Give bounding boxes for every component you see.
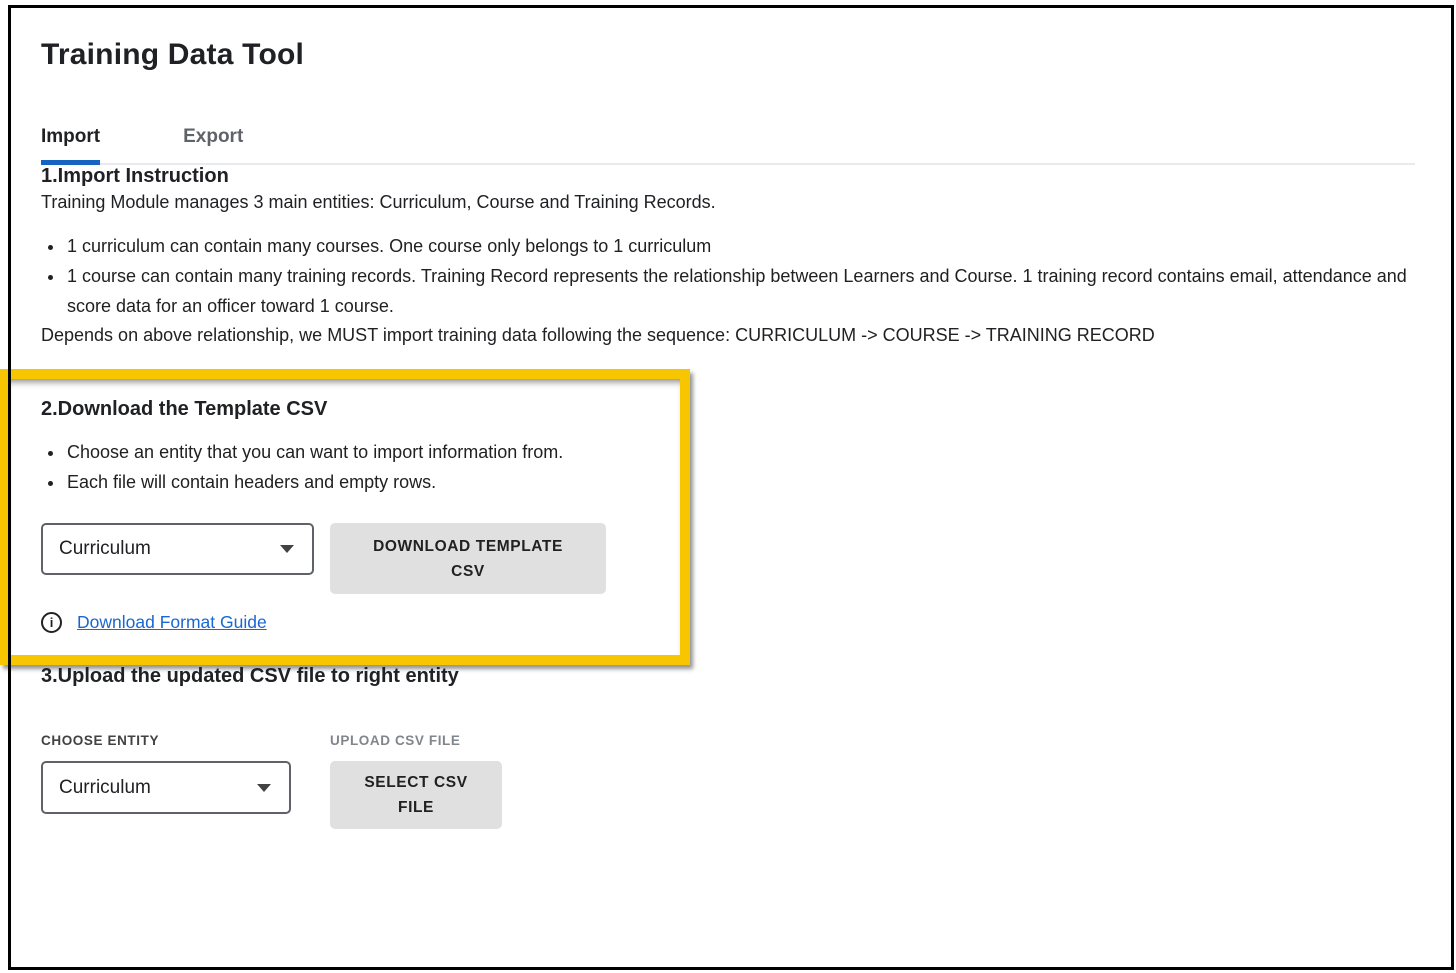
upload-entity-select[interactable]: Curriculum <box>41 761 291 814</box>
tab-import[interactable]: Import <box>41 126 100 163</box>
choose-entity-label: CHOOSE ENTITY <box>41 733 330 748</box>
bullet-item: 1 curriculum can contain many courses. O… <box>65 231 1415 261</box>
import-instruction-heading: 1.Import Instruction <box>41 165 1415 188</box>
section-import-instruction: 1.Import Instruction Training Module man… <box>41 165 1415 349</box>
page-title: Training Data Tool <box>41 38 1415 72</box>
upload-controls-row: CHOOSE ENTITY Curriculum UPLOAD CSV FILE… <box>41 733 1415 829</box>
chevron-down-icon <box>280 545 294 553</box>
upload-csv-field: UPLOAD CSV FILE SELECT CSV FILE <box>330 733 502 829</box>
download-template-csv-button[interactable]: DOWNLOAD TEMPLATE CSV <box>330 523 606 594</box>
bullet-item: 1 course can contain many training recor… <box>65 261 1415 321</box>
download-controls-row: Curriculum DOWNLOAD TEMPLATE CSV <box>41 523 662 594</box>
import-instruction-intro: Training Module manages 3 main entities:… <box>41 188 1415 216</box>
training-data-tool-page: Training Data Tool Import Export 1.Impor… <box>0 0 1456 829</box>
entity-select-value: Curriculum <box>59 538 151 560</box>
section-download-template: 2.Download the Template CSV Choose an en… <box>10 379 680 655</box>
download-format-guide-link[interactable]: Download Format Guide <box>77 612 267 633</box>
download-template-heading: 2.Download the Template CSV <box>41 398 662 421</box>
upload-heading: 3.Upload the updated CSV file to right e… <box>41 665 1415 688</box>
bullet-item: Each file will contain headers and empty… <box>65 467 662 497</box>
format-guide-row: i Download Format Guide <box>41 612 662 633</box>
download-template-bullets: Choose an entity that you can want to im… <box>41 437 662 497</box>
chevron-down-icon <box>257 784 271 792</box>
info-icon: i <box>41 612 62 633</box>
import-sequence-note: Depends on above relationship, we MUST i… <box>41 321 1415 349</box>
upload-csv-file-label: UPLOAD CSV FILE <box>330 733 502 748</box>
bullet-item: Choose an entity that you can want to im… <box>65 437 662 467</box>
upload-entity-select-value: Curriculum <box>59 777 151 799</box>
tab-export[interactable]: Export <box>183 126 243 163</box>
section-upload: 3.Upload the updated CSV file to right e… <box>41 665 1415 829</box>
entity-select[interactable]: Curriculum <box>41 523 314 575</box>
import-instruction-bullets: 1 curriculum can contain many courses. O… <box>41 231 1415 321</box>
tab-bar: Import Export <box>41 126 1415 165</box>
highlight-annotation-box: 2.Download the Template CSV Choose an en… <box>0 369 690 665</box>
select-csv-file-button[interactable]: SELECT CSV FILE <box>330 761 502 829</box>
choose-entity-field: CHOOSE ENTITY Curriculum <box>41 733 330 829</box>
